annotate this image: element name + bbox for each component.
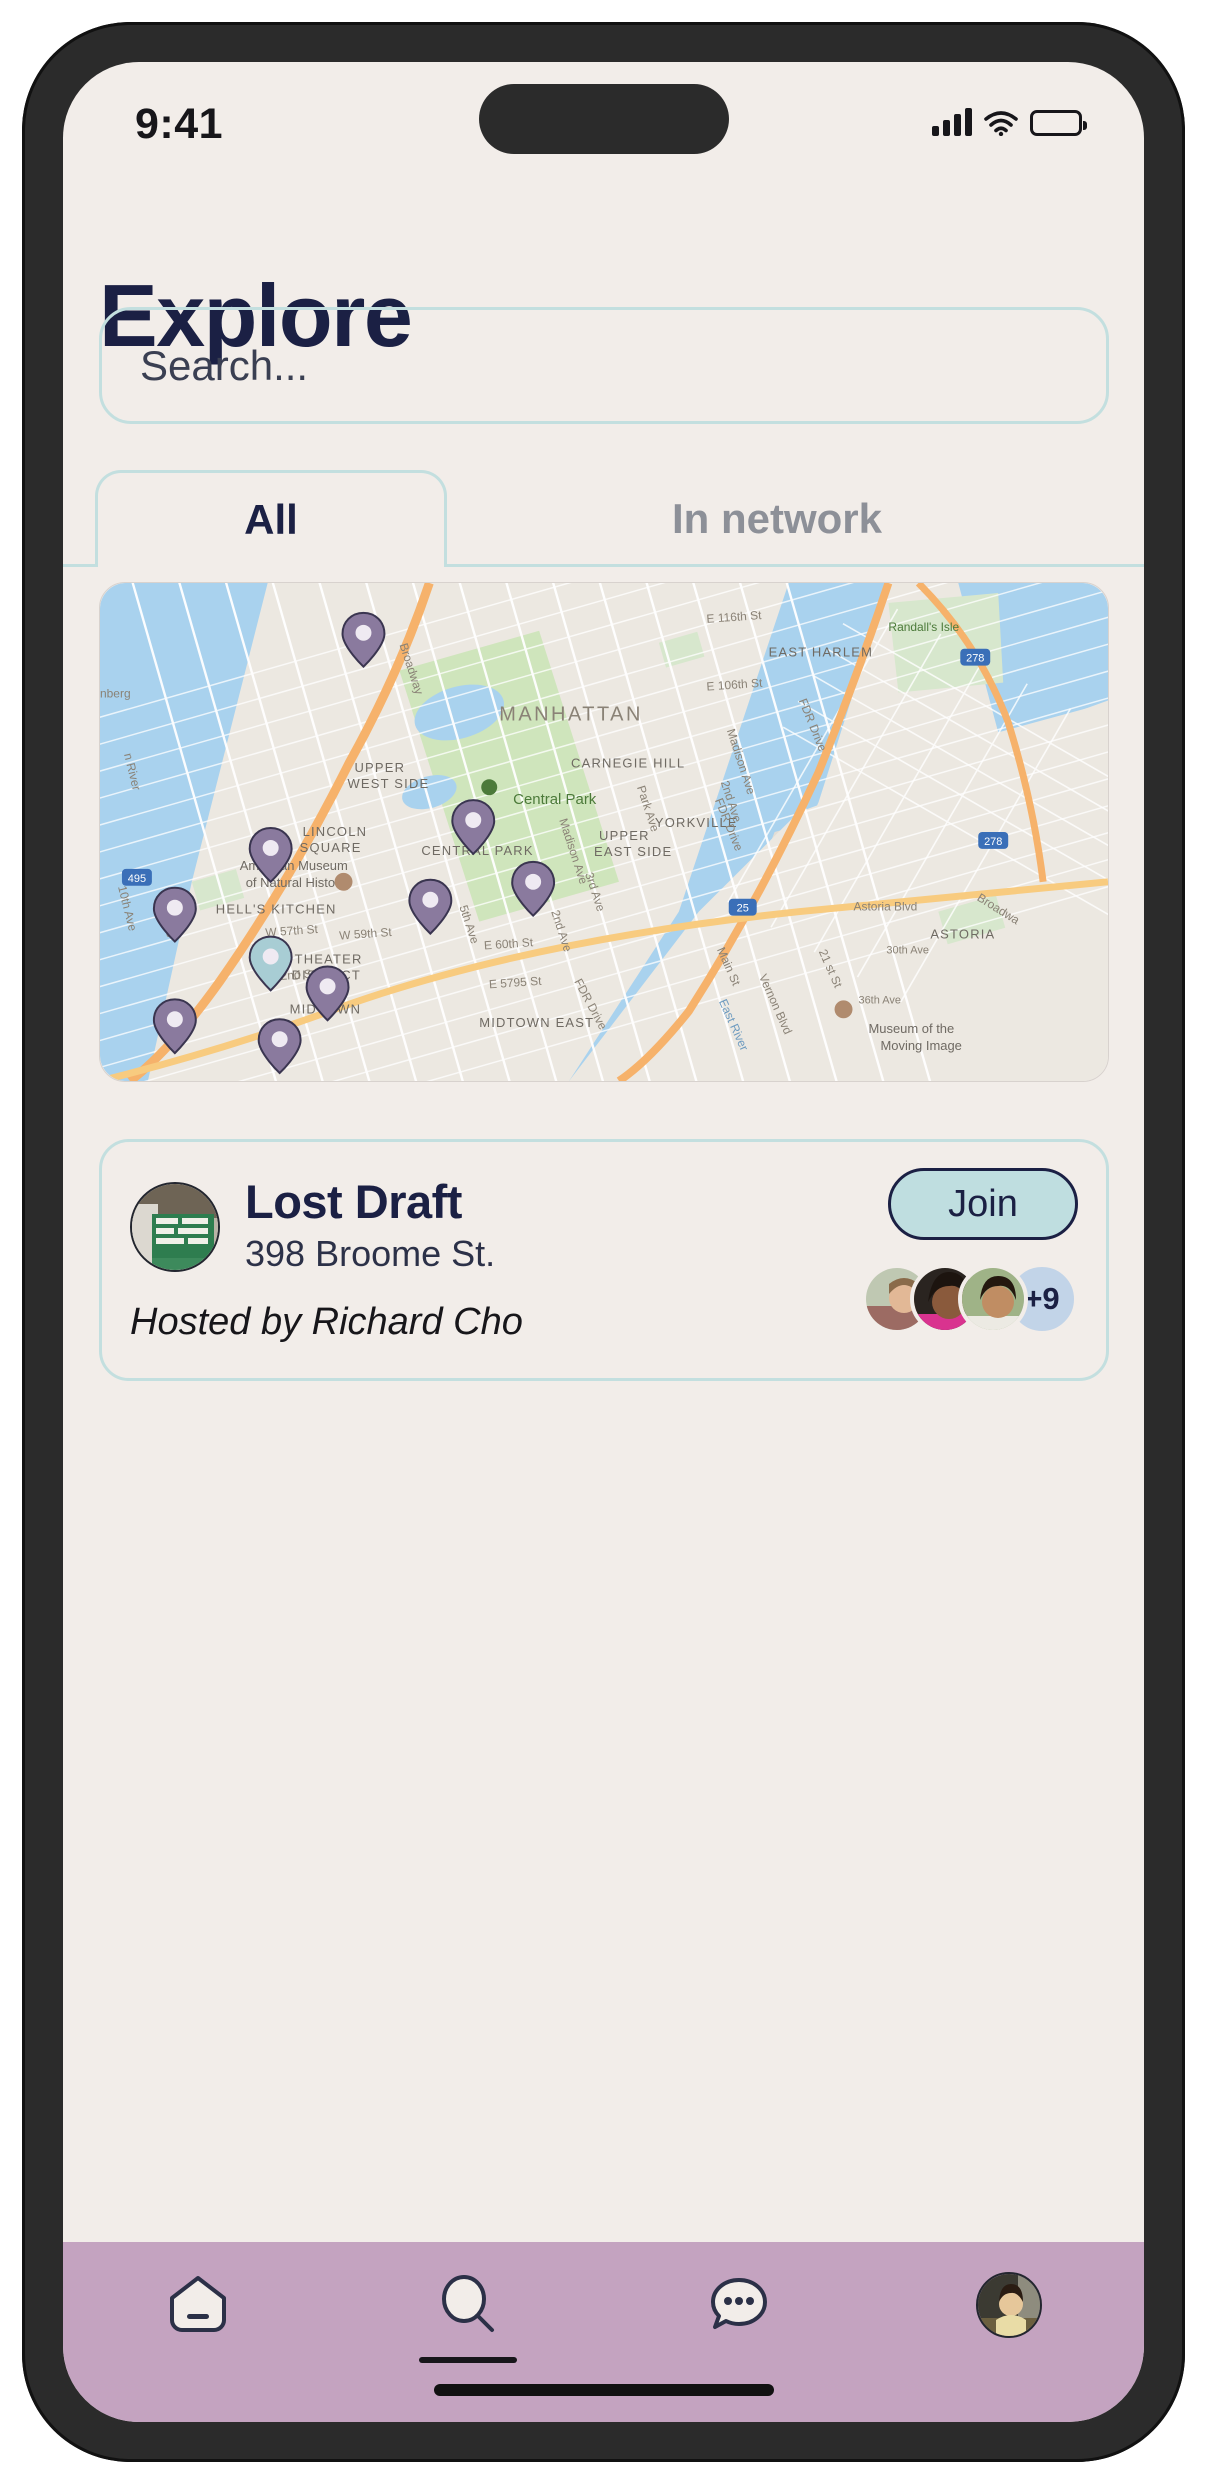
join-button[interactable]: Join <box>888 1168 1078 1240</box>
status-time: 9:41 <box>135 100 224 148</box>
event-address: 398 Broome St. <box>245 1233 496 1274</box>
dynamic-island <box>478 84 729 154</box>
attendee-avatars[interactable]: +9 <box>862 1262 1078 1336</box>
active-tab-indicator <box>419 2357 518 2363</box>
svg-text:495: 495 <box>128 873 146 885</box>
profile-avatar <box>975 2272 1042 2338</box>
map-canvas: 278 278 495 25 MANHATTAN UPPER WEST SIDE… <box>100 583 1108 1081</box>
nav-item-messages[interactable] <box>669 2272 809 2341</box>
svg-text:MIDTOWN EAST: MIDTOWN EAST <box>479 1015 594 1030</box>
svg-text:Museum of the: Museum of the <box>868 1021 954 1036</box>
home-indicator <box>433 2384 774 2396</box>
svg-text:CARNEGIE HILL: CARNEGIE HILL <box>571 755 685 770</box>
svg-text:Astoria Blvd: Astoria Blvd <box>854 900 918 914</box>
battery-icon <box>1030 110 1087 136</box>
svg-text:30th Ave: 30th Ave <box>886 945 928 957</box>
svg-text:36th Ave: 36th Ave <box>858 994 900 1006</box>
svg-text:EAST HARLEM: EAST HARLEM <box>769 645 873 660</box>
svg-text:SQUARE: SQUARE <box>300 840 362 855</box>
status-icons <box>932 102 1087 137</box>
svg-text:UPPER: UPPER <box>599 828 650 843</box>
event-name: Lost Draft <box>245 1175 462 1228</box>
cellular-signal-icon <box>932 108 972 136</box>
nav-item-profile[interactable] <box>939 2272 1079 2338</box>
home-icon <box>166 2272 230 2341</box>
svg-text:Moving Image: Moving Image <box>880 1038 961 1053</box>
tab-bar: All In network <box>63 467 1144 567</box>
phone-frame: 9:41 Explore Search... All In network 27… <box>22 22 1185 2462</box>
tab-in-network[interactable]: In network <box>447 470 1107 567</box>
event-host: Hosted by Richard Cho <box>130 1301 523 1343</box>
messages-icon <box>707 2272 771 2341</box>
wifi-icon <box>984 110 1018 137</box>
svg-text:25: 25 <box>737 903 749 915</box>
svg-text:LINCOLN: LINCOLN <box>303 824 368 839</box>
search-icon <box>436 2272 500 2341</box>
svg-text:Central Park: Central Park <box>513 791 597 808</box>
nav-item-home[interactable] <box>128 2272 268 2341</box>
svg-text:THEATER: THEATER <box>295 951 363 966</box>
event-thumbnail <box>130 1182 220 1272</box>
svg-text:EAST SIDE: EAST SIDE <box>594 844 672 859</box>
svg-text:278: 278 <box>966 653 984 665</box>
status-bar: 9:41 <box>63 62 1144 192</box>
svg-text:UPPER: UPPER <box>354 760 405 775</box>
nav-item-search[interactable] <box>398 2272 538 2363</box>
svg-text:of Natural History: of Natural History <box>246 875 347 890</box>
svg-text:MANHATTAN: MANHATTAN <box>499 703 643 725</box>
svg-text:HELL'S KITCHEN: HELL'S KITCHEN <box>216 902 337 917</box>
map-view[interactable]: 278 278 495 25 MANHATTAN UPPER WEST SIDE… <box>99 582 1109 1082</box>
svg-text:Randall's Isle: Randall's Isle <box>888 620 959 634</box>
event-card[interactable]: Lost Draft 398 Broome St. Hosted by Rich… <box>99 1139 1109 1381</box>
svg-text:nberg: nberg <box>100 687 131 701</box>
avatar <box>958 1264 1028 1334</box>
tab-all[interactable]: All <box>95 470 447 567</box>
search-field[interactable] <box>99 307 1109 424</box>
svg-text:ASTORIA: ASTORIA <box>930 927 995 942</box>
svg-text:WEST SIDE: WEST SIDE <box>348 776 430 791</box>
svg-text:278: 278 <box>984 836 1002 848</box>
phone-screen: 9:41 Explore Search... All In network 27… <box>63 62 1144 2422</box>
search-input[interactable] <box>140 341 1010 390</box>
